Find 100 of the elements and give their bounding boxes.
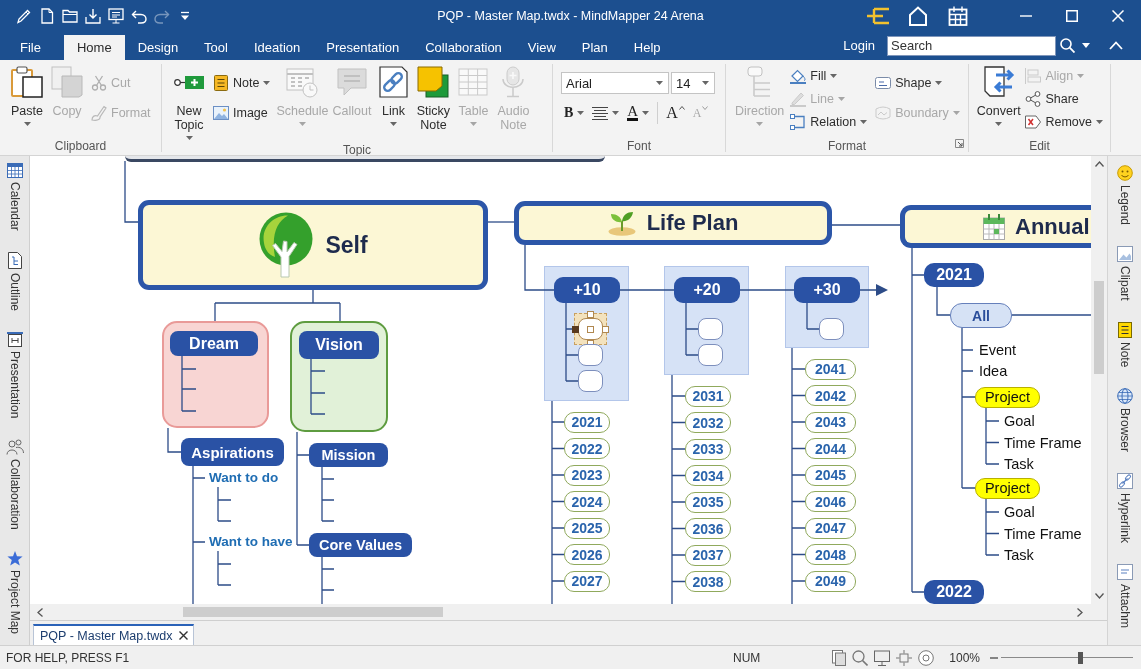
- side-panel-tab[interactable]: Hyperlink: [1108, 471, 1141, 563]
- outline-document-icon: [7, 251, 22, 269]
- ribbon-button[interactable]: Note: [210, 73, 274, 93]
- grow-font-button[interactable]: A: [657, 102, 688, 124]
- picture-icon: [1116, 246, 1133, 263]
- ribbon-button[interactable]: Link: [374, 66, 413, 126]
- side-panel-tab[interactable]: Presentation: [0, 329, 29, 438]
- calendar-icon: [983, 213, 1005, 240]
- scrollbar-thumb[interactable]: [1094, 281, 1104, 374]
- side-panel-tab[interactable]: Clipart: [1108, 244, 1141, 320]
- menu-tab[interactable]: Home: [63, 35, 125, 60]
- search-field[interactable]: Search: [887, 35, 1056, 56]
- smiley-icon: [1116, 165, 1133, 181]
- magnifier-icon: [852, 649, 869, 666]
- document-tab[interactable]: PQP - Master Map.twdx: [33, 624, 195, 645]
- ribbon-button[interactable]: Share: [1022, 89, 1106, 109]
- ribbon-button[interactable]: Sticky Note: [414, 66, 453, 132]
- calendar-grid-icon: [6, 163, 23, 178]
- topic-node: 2038: [685, 571, 731, 592]
- caret-icon: [1077, 74, 1085, 78]
- keyboard-indicator: NUM: [732, 650, 761, 665]
- view-button[interactable]: [917, 648, 936, 667]
- topic-node: All: [950, 303, 1012, 328]
- menu-tab[interactable]: Collaboration: [412, 35, 515, 60]
- side-panel-tab[interactable]: Attachm: [1108, 562, 1141, 629]
- caret-icon: [577, 111, 585, 115]
- menu-tab[interactable]: Design: [124, 35, 192, 60]
- topic-node: Core Values: [309, 533, 412, 557]
- menu-tab[interactable]: Ideation: [240, 35, 314, 60]
- brush-icon: [91, 105, 107, 121]
- ribbon-button[interactable]: Relation: [787, 112, 871, 132]
- font-size-dropdown[interactable]: 14: [671, 72, 715, 94]
- menu-tab[interactable]: Plan: [568, 35, 621, 60]
- slider-thumb[interactable]: [1077, 651, 1083, 664]
- view-button[interactable]: [873, 648, 892, 667]
- side-panel-tab[interactable]: Legend: [1108, 163, 1141, 245]
- view-button[interactable]: [831, 648, 848, 667]
- side-panel-tab[interactable]: Browser: [1108, 386, 1141, 472]
- horizontal-scrollbar[interactable]: [30, 604, 1107, 620]
- side-panel-tab[interactable]: Collaboration: [0, 437, 29, 549]
- caret-icon: [642, 111, 650, 115]
- view-button[interactable]: [851, 648, 870, 667]
- shape-style-icon: [875, 77, 892, 89]
- ribbon-button[interactable]: Fill: [787, 66, 871, 86]
- ribbon-button[interactable]: New Topic: [170, 66, 208, 140]
- relation-connector-icon: [790, 114, 807, 130]
- topic-label: Goal: [1004, 503, 1035, 521]
- scrollbar-thumb[interactable]: [183, 607, 443, 617]
- group-label: Format: [828, 139, 866, 153]
- link-document-icon: [1116, 473, 1133, 490]
- ribbon-button[interactable]: Paste: [8, 66, 46, 126]
- topic-node: 2045: [805, 464, 856, 486]
- topic-node: Mission: [309, 443, 388, 467]
- share-icon: [1025, 91, 1042, 107]
- menu-tab[interactable]: Tool: [191, 35, 241, 60]
- side-panel-tab[interactable]: Note: [1108, 319, 1141, 387]
- font-dropdown[interactable]: Arial: [561, 72, 669, 94]
- topic-label: Idea: [979, 362, 1008, 380]
- connector-line: [685, 302, 699, 356]
- login-link[interactable]: Login: [841, 38, 877, 53]
- status-text: FOR HELP, PRESS F1: [5, 650, 130, 665]
- connector-line: [310, 358, 326, 415]
- vertical-scrollbar[interactable]: [1091, 156, 1107, 604]
- side-panel-tab[interactable]: Project Map: [0, 548, 29, 634]
- ribbon-button[interactable]: Convert: [977, 66, 1021, 126]
- font-color-button[interactable]: A: [624, 102, 653, 124]
- menu-tab[interactable]: View: [514, 35, 569, 60]
- pages-icon: [832, 649, 847, 666]
- side-panel-tab[interactable]: Calendar: [0, 161, 29, 250]
- side-panel-tab[interactable]: Outline: [0, 249, 29, 330]
- ribbon-button[interactable]: Shape: [872, 73, 963, 93]
- link-icon: [377, 66, 410, 98]
- topic-label: Goal: [1004, 412, 1035, 430]
- paint-bucket-icon: [790, 68, 807, 84]
- topic-node: 2043: [805, 411, 856, 433]
- connector-line: [321, 466, 335, 522]
- tag-remove-icon: [1025, 115, 1042, 129]
- bold-button[interactable]: B: [561, 102, 588, 124]
- connector-line: [524, 244, 555, 291]
- caret-icon: [298, 122, 306, 126]
- topic-label: Time Frame: [1004, 524, 1082, 543]
- presentation-screen-icon: [6, 331, 23, 347]
- folder-icon: [61, 7, 78, 24]
- menu-tab[interactable]: Help: [620, 35, 674, 60]
- group-label: Font: [627, 139, 651, 153]
- caret-icon: [469, 122, 477, 126]
- topic-label: Time Frame: [1004, 433, 1082, 452]
- menu-tab[interactable]: Presentation: [313, 35, 413, 60]
- connector-line: [985, 406, 1000, 465]
- topic-node: +10: [554, 277, 620, 303]
- calendar-clock-icon: [286, 66, 319, 98]
- topic-node: 2041: [805, 358, 856, 380]
- topic-node: +20: [674, 277, 740, 303]
- caret-icon: [860, 120, 868, 124]
- menu-tab[interactable]: File: [7, 35, 54, 60]
- dialog-launcher-button[interactable]: [955, 139, 964, 148]
- caret-icon: [756, 122, 764, 126]
- boundary-shape-icon: [875, 106, 892, 120]
- ribbon-button[interactable]: Image: [210, 103, 274, 123]
- ribbon-button[interactable]: Remove: [1022, 112, 1106, 132]
